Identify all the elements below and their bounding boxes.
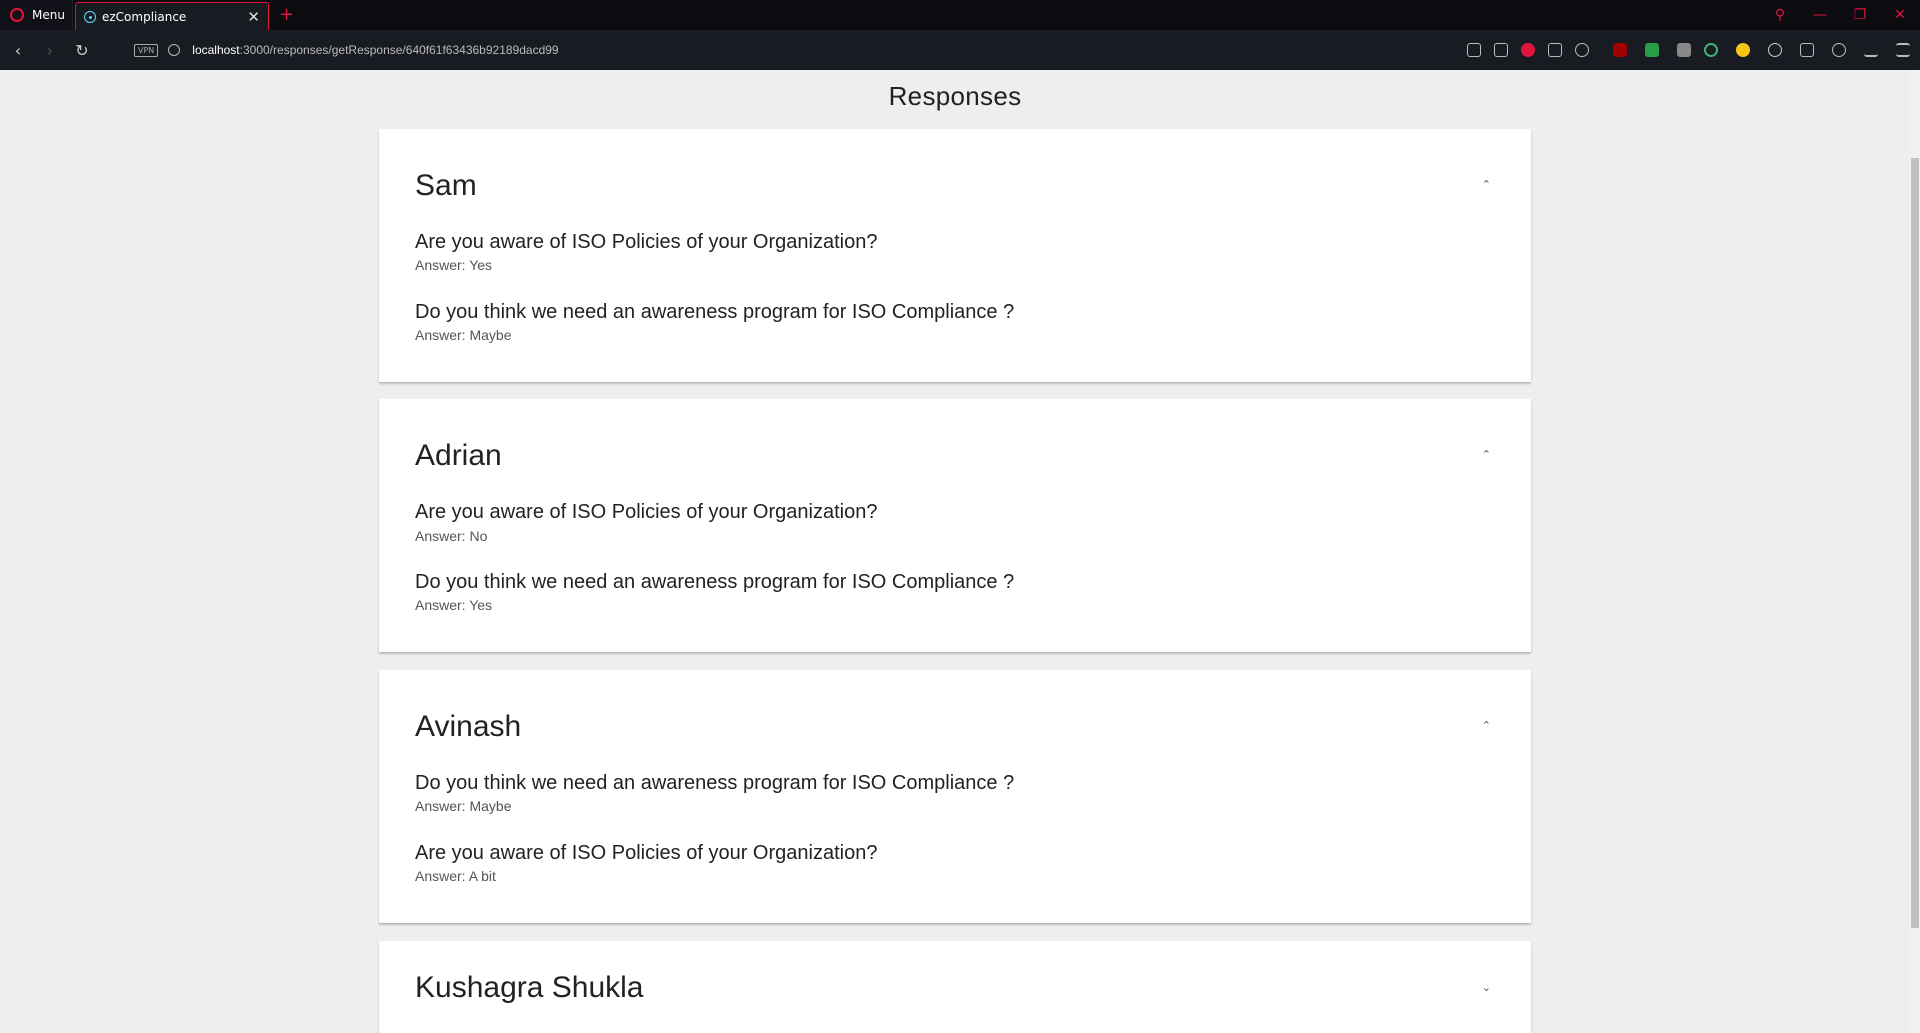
question-text: Do you think we need an awareness progra…	[415, 772, 1015, 794]
tab-close-icon[interactable]: ✕	[247, 8, 260, 26]
chevron-down-icon[interactable]: ⌄	[1482, 981, 1491, 994]
question-text: Are you aware of ISO Policies of your Or…	[415, 842, 878, 864]
heart-icon[interactable]	[1575, 43, 1589, 57]
answer-text: Answer: No	[415, 528, 488, 544]
opera-logo-icon	[10, 8, 24, 22]
response-card: Sam ⌃ Are you aware of ISO Policies of y…	[379, 129, 1531, 382]
url-field[interactable]: localhost:3000/responses/getResponse/640…	[192, 43, 558, 57]
chevron-up-icon[interactable]: ⌃	[1482, 719, 1491, 732]
camera-icon[interactable]	[1494, 43, 1508, 57]
close-window-button[interactable]: ✕	[1880, 7, 1920, 23]
response-card: Avinash ⌃ Do you think we need an awaren…	[379, 670, 1531, 923]
answer-text: Answer: Maybe	[415, 327, 512, 343]
minimize-button[interactable]: —	[1800, 7, 1840, 23]
send-icon[interactable]	[1548, 43, 1562, 57]
react-favicon-icon	[84, 10, 96, 23]
back-button[interactable]: ‹	[2, 41, 34, 60]
extensions-toolbar	[1454, 30, 1910, 70]
respondent-name: Avinash	[415, 710, 522, 743]
tab-title: ezCompliance	[102, 9, 187, 24]
restore-button[interactable]: ❐	[1840, 7, 1880, 23]
chevron-up-icon[interactable]: ⌃	[1482, 178, 1491, 191]
pocket-icon[interactable]	[1521, 43, 1535, 57]
extension-circle-icon[interactable]	[1704, 43, 1718, 57]
download-icon[interactable]	[1864, 43, 1878, 57]
extension-yellow-icon[interactable]	[1736, 43, 1750, 57]
window-controls: ⚲ — ❐ ✕	[1760, 0, 1920, 30]
question-text: Do you think we need an awareness progra…	[415, 301, 1015, 323]
respondent-name: Adrian	[415, 439, 502, 472]
new-tab-button[interactable]: +	[279, 4, 294, 25]
globe-icon	[168, 44, 181, 56]
respondent-name: Sam	[415, 169, 477, 202]
page-title: Responses	[888, 81, 1022, 111]
answer-text: Answer: Yes	[415, 257, 493, 273]
respondent-name: Kushagra Shukla	[415, 971, 644, 1004]
reload-button[interactable]: ↻	[66, 41, 98, 60]
response-card: Adrian ⌃ Are you aware of ISO Policies o…	[379, 399, 1531, 652]
vpn-badge[interactable]: VPN	[134, 43, 159, 57]
question-text: Are you aware of ISO Policies of your Or…	[415, 231, 878, 253]
page-content: Responses Sam ⌃ Are you aware of ISO Pol…	[0, 70, 1920, 1033]
extension-green-icon[interactable]	[1645, 43, 1659, 57]
scrollbar-thumb[interactable]	[1911, 158, 1919, 928]
edit-icon[interactable]	[1467, 43, 1481, 57]
cube-icon[interactable]	[1800, 43, 1814, 57]
browser-titlebar: Menu ezCompliance ✕ + ⚲ — ❐ ✕	[0, 0, 1920, 30]
url-host: localhost	[192, 43, 240, 57]
forward-button[interactable]: ›	[34, 41, 66, 60]
profile-icon[interactable]	[1832, 43, 1846, 57]
extension-badge-icon[interactable]	[1677, 43, 1691, 57]
question-text: Do you think we need an awareness progra…	[415, 571, 1015, 593]
tab-ezcompliance[interactable]: ezCompliance ✕	[75, 2, 269, 30]
browser-menu-button[interactable]: Menu	[0, 0, 73, 30]
menu-label: Menu	[32, 8, 65, 22]
search-icon[interactable]: ⚲	[1760, 7, 1800, 23]
address-bar: ‹ › ↻ VPN localhost:3000/responses/getRe…	[0, 30, 1920, 70]
extension-brackets-icon[interactable]	[1768, 43, 1782, 57]
url-path: :3000/responses/getResponse/640f61f63436…	[239, 43, 559, 57]
easy-setup-icon[interactable]	[1896, 43, 1910, 57]
response-card[interactable]: Kushagra Shukla ⌄	[379, 941, 1531, 1033]
scrollbar[interactable]	[1910, 70, 1920, 1033]
chevron-up-icon[interactable]: ⌃	[1482, 448, 1491, 461]
ublock-icon[interactable]	[1613, 43, 1627, 57]
answer-text: Answer: A bit	[415, 868, 496, 884]
answer-text: Answer: Maybe	[415, 798, 512, 814]
answer-text: Answer: Yes	[415, 597, 493, 613]
question-text: Are you aware of ISO Policies of your Or…	[415, 501, 878, 523]
